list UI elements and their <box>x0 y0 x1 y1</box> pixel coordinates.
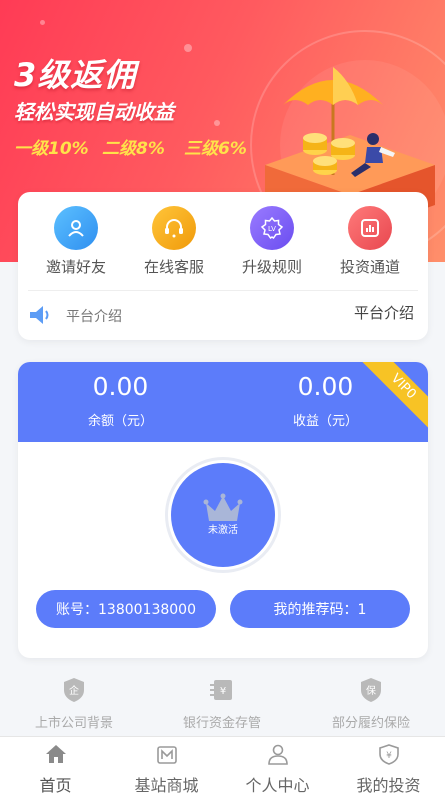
crown-icon <box>203 493 243 521</box>
menu-label: 在线客服 <box>143 258 204 276</box>
svg-text:¥: ¥ <box>220 686 226 697</box>
enterprise-shield-icon: 企 <box>64 678 84 702</box>
user-icon <box>54 206 98 250</box>
platform-intro-link[interactable]: 平台介绍 <box>354 302 414 323</box>
account-summary-header: 0.00 余额（元） 0.00 收益（元） VIP0 <box>18 362 428 442</box>
tab-station-mall[interactable]: 基站商城 <box>111 743 222 793</box>
banner-title: 3级返佣 <box>14 56 137 94</box>
headset-icon <box>152 206 196 250</box>
tab-label: 个人中心 <box>245 776 310 793</box>
menu-label: 邀请好友 <box>45 258 106 276</box>
tab-my-investment[interactable]: ¥ 我的投资 <box>333 743 444 793</box>
referral-code-button[interactable]: 我的推荐码：1 <box>230 590 410 628</box>
investment-icon: ¥ <box>378 744 399 765</box>
menu-investment-channel[interactable]: 投资通道 <box>320 206 420 277</box>
feature-label: 上市公司背景 <box>34 716 113 731</box>
tab-label: 首页 <box>39 776 72 793</box>
status-label: 未激活 <box>208 525 238 536</box>
tab-label: 我的投资 <box>356 776 421 793</box>
insurance-shield-icon: 保 <box>361 678 381 702</box>
feature-listed-company: 企 上市公司背景 <box>0 676 148 731</box>
menu-online-service[interactable]: 在线客服 <box>124 206 224 277</box>
divider <box>28 290 418 291</box>
menu-upgrade-rules[interactable]: LV 升级规则 <box>222 206 322 277</box>
activation-status[interactable]: 未激活 <box>165 457 281 573</box>
status-circle: 未激活 <box>171 463 275 567</box>
balance-label: 余额（元） <box>87 414 153 429</box>
tab-personal-center[interactable]: 个人中心 <box>222 743 333 793</box>
tab-label: 基站商城 <box>134 776 199 793</box>
quick-menu-card: 邀请好友 在线客服 LV 升级规则 投资通道 平台介绍 平台介绍 <box>18 192 428 340</box>
banner-decor-dot <box>214 120 220 126</box>
bank-safe-icon: ¥ <box>210 680 232 700</box>
banner-tier-3: 三级6% <box>184 139 247 159</box>
banner-decor-dot <box>184 44 192 52</box>
speaker-icon <box>30 306 49 324</box>
bottom-tab-bar: 首页 基站商城 个人中心 ¥ 我的投资 <box>0 736 445 793</box>
banner-decor-dot <box>40 20 45 25</box>
banner-tier-1: 一级10% <box>14 139 89 159</box>
menu-invite-friends[interactable]: 邀请好友 <box>26 206 126 277</box>
profile-icon <box>267 744 288 765</box>
balance-value: 0.00 <box>92 372 149 401</box>
feature-insurance: 保 部分履约保险 <box>297 676 445 731</box>
menu-label: 升级规则 <box>241 258 302 276</box>
feature-bank-custody: ¥ 银行资金存管 <box>148 676 296 731</box>
level-icon: LV <box>250 206 294 250</box>
banner-tier-2: 二级8% <box>102 139 165 159</box>
chart-icon <box>348 206 392 250</box>
svg-text:¥: ¥ <box>386 751 392 761</box>
banner-subtitle: 轻松实现自动收益 <box>14 100 174 124</box>
home-icon <box>45 745 66 763</box>
shop-icon <box>156 746 177 764</box>
account-card: 0.00 余额（元） 0.00 收益（元） VIP0 未激活 账号：138001… <box>18 362 428 658</box>
notice-text: 平台介绍 <box>66 309 122 325</box>
svg-text:企: 企 <box>69 684 79 697</box>
feature-label: 银行资金存管 <box>182 716 261 731</box>
svg-text:保: 保 <box>366 684 376 697</box>
menu-label: 投资通道 <box>339 258 400 276</box>
tab-home[interactable]: 首页 <box>0 743 111 793</box>
income-label: 收益（元） <box>292 414 358 429</box>
svg-text:LV: LV <box>268 225 276 233</box>
feature-label: 部分履约保险 <box>331 716 410 731</box>
account-number-button[interactable]: 账号：13800138000 <box>36 590 216 628</box>
